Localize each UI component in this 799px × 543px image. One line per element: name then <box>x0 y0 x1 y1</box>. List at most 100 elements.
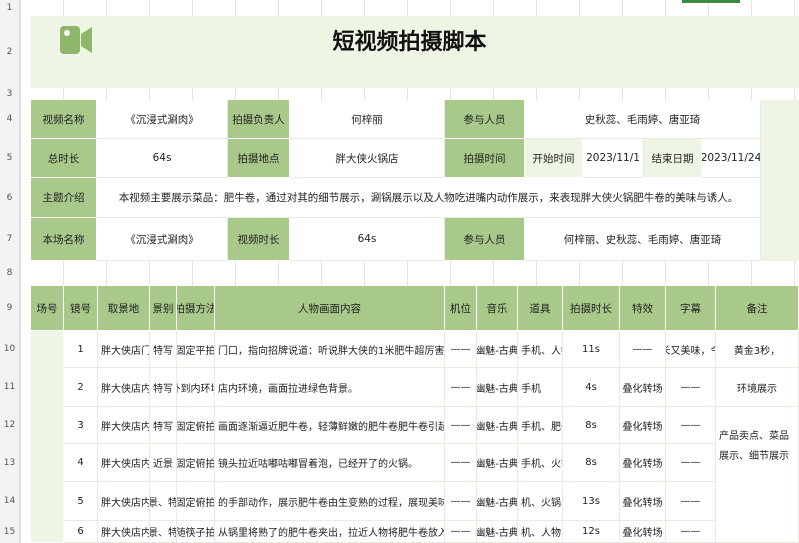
table-cell[interactable]: —— <box>445 368 477 407</box>
table-cell[interactable]: 门口，指向招牌说道：听说胖大侠的1米肥牛超厉害，我们 <box>215 331 445 368</box>
table-header[interactable]: 镜号 <box>64 286 98 331</box>
table-cell[interactable]: 胖大侠店内景 <box>98 368 150 407</box>
table-cell[interactable]: 又长又美味，今天 <box>666 331 716 368</box>
table-cell[interactable]: 的手部动作，展示肥牛卷由生变熟的过程，展现美味诱惑。 <box>215 482 445 521</box>
table-cell[interactable]: 5 <box>64 482 98 521</box>
info-label[interactable]: 本场名称 <box>31 218 97 261</box>
table-cell[interactable]: 机、火锅、肥牛 <box>518 482 563 521</box>
row-number[interactable]: 13 <box>0 444 19 482</box>
table-cell[interactable]: 幽魅-古典 <box>477 444 518 482</box>
table-header[interactable]: 特效 <box>620 286 666 331</box>
table-cell[interactable]: 固定俯拍 <box>177 407 215 444</box>
table-cell[interactable]: 机、人物、肥牛 <box>518 521 563 543</box>
info-label[interactable]: 结束日期 <box>644 139 702 178</box>
table-cell[interactable]: —— <box>445 407 477 444</box>
info-label[interactable]: 主题介绍 <box>31 178 97 218</box>
table-cell[interactable]: 画面逐渐逼近肥牛卷，轻薄鲜嫩的肥牛卷肥牛卷引起观众注意 <box>215 407 445 444</box>
table-cell[interactable]: 手机、肥牛卷 <box>518 407 563 444</box>
table-header[interactable]: 拍摄方法 <box>177 286 215 331</box>
table-header[interactable]: 机位 <box>445 286 477 331</box>
table-cell[interactable]: 3 <box>64 407 98 444</box>
table-cell[interactable]: 1 <box>64 331 98 368</box>
table-header[interactable]: 取景地 <box>98 286 150 331</box>
table-cell[interactable]: 幽魅-古典 <box>477 331 518 368</box>
info-value[interactable]: 《沉浸式涮肉》 <box>97 100 228 139</box>
table-cell[interactable]: 特写 <box>150 368 177 407</box>
table-cell[interactable]: 4s <box>563 368 620 407</box>
table-header[interactable]: 音乐 <box>477 286 518 331</box>
row-number[interactable]: 11 <box>0 368 19 407</box>
info-label[interactable]: 总时长 <box>31 139 97 178</box>
info-value[interactable]: 本视频主要展示菜品：肥牛卷，通过对其的细节展示，涮锅展示以及人物吃进嘴内动作展示… <box>97 178 761 218</box>
info-value[interactable]: 何梓丽、史秋蕊、毛雨婷、唐亚琦 <box>525 218 761 261</box>
row-number[interactable]: 14 <box>0 482 19 521</box>
info-value[interactable]: 史秋蕊、毛雨婷、唐亚琦 <box>525 100 761 139</box>
info-label[interactable]: 参与人员 <box>445 218 525 261</box>
table-cell[interactable]: 黄金3秒， <box>716 331 799 368</box>
table-cell[interactable]: 店内环境，画面拉进绿色背景。 <box>215 368 445 407</box>
info-value[interactable]: 胖大侠火锅店 <box>290 139 445 178</box>
table-cell[interactable]: —— <box>666 407 716 444</box>
table-cell[interactable]: 胖大侠店内 <box>98 407 150 444</box>
table-cell[interactable]: 幽魅-古典 <box>477 521 518 543</box>
table-header[interactable]: 字幕 <box>666 286 716 331</box>
table-cell[interactable]: 胖大侠店内餐桌 <box>98 482 150 521</box>
table-cell[interactable]: 胖大侠店门口 <box>98 331 150 368</box>
table-cell[interactable]: 特写 <box>150 331 177 368</box>
table-cell[interactable]: 手机 <box>518 368 563 407</box>
table-header[interactable]: 道具 <box>518 286 563 331</box>
table-cell[interactable]: 叠化转场 <box>620 444 666 482</box>
row-number[interactable]: 4 <box>0 100 19 139</box>
table-cell[interactable]: —— <box>666 368 716 407</box>
table-cell[interactable]: 叠化转场 <box>620 482 666 521</box>
table-cell[interactable]: 胖大侠店内餐桌 <box>98 444 150 482</box>
table-cell[interactable]: 固定平拍 <box>177 331 215 368</box>
table-cell[interactable]: 镜头拉近咕嘟咕嘟冒着泡，已经开了的火锅。 <box>215 444 445 482</box>
row-number[interactable]: 2 <box>0 16 19 88</box>
row-number[interactable]: 7 <box>0 218 19 261</box>
scene-number-cell[interactable] <box>31 331 64 543</box>
table-header[interactable]: 备注 <box>716 286 799 331</box>
row-number[interactable]: 8 <box>0 261 19 286</box>
table-cell[interactable]: —— <box>445 444 477 482</box>
info-label[interactable]: 拍摄负责人 <box>228 100 290 139</box>
info-value[interactable]: 2023/11/24 <box>702 139 761 178</box>
info-label[interactable]: 视频名称 <box>31 100 97 139</box>
row-number[interactable]: 6 <box>0 178 19 218</box>
table-cell[interactable]: 近景 <box>150 444 177 482</box>
row-number[interactable]: 12 <box>0 407 19 444</box>
row-number[interactable]: 5 <box>0 139 19 178</box>
table-cell[interactable]: 景、特 <box>150 482 177 521</box>
table-cell[interactable]: 手机、火锅 <box>518 444 563 482</box>
table-cell[interactable]: 2 <box>64 368 98 407</box>
table-cell[interactable]: —— <box>666 444 716 482</box>
table-cell[interactable]: 景、特 <box>150 521 177 543</box>
table-cell[interactable]: 幽魅-古典 <box>477 482 518 521</box>
info-value[interactable]: 64s <box>97 139 228 178</box>
info-label[interactable]: 开始时间 <box>525 139 583 178</box>
info-label[interactable]: 参与人员 <box>445 100 525 139</box>
table-cell[interactable]: 外到内环境 <box>177 368 215 407</box>
table-cell[interactable]: 环境展示 <box>716 368 799 407</box>
table-cell[interactable]: —— <box>666 482 716 521</box>
table-cell[interactable]: 叠化转场 <box>620 521 666 543</box>
table-cell[interactable]: 胖大侠店内餐桌 <box>98 521 150 543</box>
info-value[interactable]: 64s <box>290 218 445 261</box>
table-cell[interactable]: —— <box>445 482 477 521</box>
info-label[interactable]: 视频时长 <box>228 218 290 261</box>
table-cell[interactable]: 幽魅-古典 <box>477 368 518 407</box>
info-value[interactable]: 何梓丽 <box>290 100 445 139</box>
table-cell[interactable]: 11s <box>563 331 620 368</box>
table-cell[interactable]: 叠化转场 <box>620 407 666 444</box>
table-cell[interactable]: 特写 <box>150 407 177 444</box>
info-label[interactable]: 拍摄地点 <box>228 139 290 178</box>
table-cell[interactable]: 手机、人物 <box>518 331 563 368</box>
row-number[interactable]: 10 <box>0 331 19 368</box>
table-header[interactable]: 拍摄时长 <box>563 286 620 331</box>
table-cell[interactable]: 8s <box>563 407 620 444</box>
table-cell[interactable]: 13s <box>563 482 620 521</box>
table-header[interactable]: 人物画面内容 <box>215 286 445 331</box>
table-cell[interactable]: 随筷子拍 <box>177 521 215 543</box>
table-cell[interactable]: —— <box>620 331 666 368</box>
table-cell[interactable]: 4 <box>64 444 98 482</box>
